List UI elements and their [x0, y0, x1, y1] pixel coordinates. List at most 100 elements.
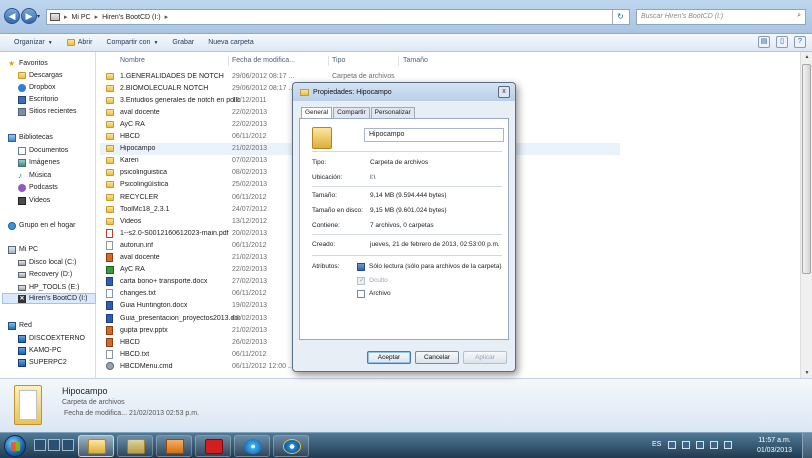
burn-button[interactable]: Grabar — [166, 37, 200, 48]
nav-music[interactable]: ♪ Música — [18, 170, 51, 181]
scroll-down-icon[interactable]: ▼ — [801, 368, 812, 378]
network-status-icon[interactable] — [710, 441, 718, 449]
refresh-icon[interactable]: ↻ — [612, 10, 628, 24]
nav-network[interactable]: Red — [8, 320, 32, 331]
file-date: 22/02/2013 — [232, 266, 268, 274]
file-date: 06/11/2012 — [232, 290, 267, 298]
nav-recent-places[interactable]: Sitios recientes — [18, 106, 76, 117]
address-field[interactable]: ▸ Mi PC ▸ Hiren's BootCD (I:) ▸ — [46, 9, 630, 25]
column-header-date[interactable]: Fecha de modifica... — [232, 57, 295, 64]
column-header-size[interactable]: Tamaño — [403, 57, 428, 64]
volume-icon[interactable] — [724, 441, 732, 449]
star-icon: ★ — [8, 58, 16, 68]
column-separator[interactable] — [398, 56, 399, 66]
nav-drive-i[interactable]: ✕ Hiren's BootCD (I:) — [2, 293, 96, 304]
history-dropdown-icon[interactable]: ▾ — [37, 13, 40, 20]
organize-button[interactable]: Organizar ▼ — [8, 37, 59, 48]
language-indicator[interactable]: ES — [652, 441, 661, 448]
nav-podcasts[interactable]: Podcasts — [18, 182, 58, 193]
folder-icon — [106, 193, 114, 201]
file-name: changes.txt — [120, 290, 156, 298]
library-icon — [8, 133, 16, 142]
readonly-checkbox[interactable] — [357, 263, 365, 271]
battery-icon[interactable] — [696, 441, 704, 449]
downloads-folder-icon — [18, 72, 26, 79]
taskbar-app[interactable] — [117, 435, 153, 457]
column-separator[interactable] — [328, 56, 329, 66]
taskbar-mail[interactable] — [156, 435, 192, 457]
tab-share[interactable]: Compartir — [333, 107, 370, 118]
nav-homegroup[interactable]: Grupo en el hogar — [8, 220, 75, 231]
explorer-folder-icon — [88, 439, 106, 454]
nav-downloads[interactable]: Descargas — [18, 70, 62, 81]
nav-drive-d[interactable]: Recovery (D:) — [18, 269, 72, 280]
taskbar-acrobat[interactable] — [195, 435, 231, 457]
show-desktop-button[interactable] — [802, 433, 812, 458]
breadcrumb-computer[interactable]: Mi PC — [72, 14, 91, 21]
attributes-label: Atributos: — [312, 263, 340, 270]
help-icon[interactable]: ? — [794, 36, 806, 48]
file-date: 06/11/2012 — [232, 133, 267, 140]
file-date: 06/11/2012 — [232, 350, 267, 358]
file-date: 06/11/2012 — [232, 193, 267, 201]
nav-libraries[interactable]: Bibliotecas — [8, 132, 53, 143]
preview-pane-icon[interactable]: ▯ — [776, 36, 788, 48]
column-header-type[interactable]: Tipo — [332, 57, 345, 64]
tab-customize[interactable]: Personalizar — [370, 107, 415, 118]
scroll-up-icon[interactable]: ▲ — [801, 52, 812, 62]
switch-windows-icon[interactable] — [48, 439, 60, 451]
folder-name-field[interactable]: Hipocampo — [364, 128, 504, 142]
pictures-icon — [18, 158, 26, 167]
nav-videos[interactable]: Videos — [18, 195, 50, 206]
nav-documents[interactable]: Documentos — [18, 145, 68, 156]
nav-net-superpc2[interactable]: SUPERPC2 — [18, 357, 67, 368]
share-button[interactable]: Compartir con ▼ — [100, 37, 164, 48]
flag-icon[interactable] — [682, 441, 690, 449]
clock[interactable]: 11:57 a.m. 01/03/2013 — [757, 436, 792, 456]
file-name: aval docente — [120, 254, 160, 261]
taskbar-explorer[interactable] — [78, 435, 114, 457]
text-file-icon — [106, 289, 113, 299]
navigation-pane: ★ Favoritos Descargas Dropbox Escritorio … — [0, 52, 96, 378]
file-date: 25/02/2013 — [232, 181, 268, 189]
archive-checkbox[interactable] — [357, 290, 365, 298]
nav-drive-e[interactable]: HP_TOOLS (E:) — [18, 282, 79, 293]
show-desktop-quick-icon[interactable] — [34, 439, 46, 451]
folder-icon — [106, 133, 114, 140]
back-button[interactable]: ◀ — [4, 8, 20, 24]
column-separator[interactable] — [228, 56, 229, 66]
taskbar-messenger[interactable] — [234, 435, 270, 457]
folder-icon — [106, 169, 114, 177]
forward-button[interactable]: ▶ — [21, 8, 37, 24]
file-row[interactable]: 1.GENERALIDADES DE NOTCH 29/06/2012 08:17… — [100, 70, 620, 82]
nav-net-discoexterno[interactable]: DISCOEXTERNO — [18, 333, 85, 344]
taskbar-ie[interactable] — [273, 435, 309, 457]
start-button[interactable] — [4, 435, 26, 457]
nav-computer[interactable]: Mi PC — [8, 244, 38, 255]
nav-label: Mi PC — [19, 246, 39, 253]
nav-dropbox[interactable]: Dropbox — [18, 82, 55, 93]
nav-desktop[interactable]: Escritorio — [18, 94, 58, 105]
close-button[interactable]: x — [498, 86, 510, 98]
file-name: AyC RA — [120, 120, 145, 128]
breadcrumb-drive[interactable]: Hiren's BootCD (I:) — [102, 14, 161, 21]
view-options-icon[interactable]: ▤ — [758, 36, 770, 48]
nav-images[interactable]: Imágenes — [18, 157, 60, 168]
column-header-name[interactable]: Nombre — [120, 57, 145, 64]
nav-favorites[interactable]: ★ Favoritos — [8, 58, 48, 69]
folder-icon — [106, 120, 114, 128]
search-input[interactable]: Buscar Hiren's BootCD (I:) ⌕ — [636, 9, 806, 25]
scrollbar-thumb[interactable] — [802, 64, 811, 274]
network-icon — [8, 321, 16, 330]
ok-button[interactable]: Aceptar — [367, 351, 411, 364]
vertical-scrollbar[interactable]: ▲ ▼ — [800, 52, 812, 378]
quick-launch-icon[interactable] — [62, 439, 74, 451]
new-folder-button[interactable]: Nueva carpeta — [202, 37, 260, 48]
open-button[interactable]: Abrir — [61, 37, 99, 48]
documents-icon — [18, 146, 26, 155]
cancel-button[interactable]: Cancelar — [415, 351, 459, 364]
show-hidden-icons-icon[interactable] — [668, 441, 676, 449]
nav-net-kamo-pc[interactable]: KAMO-PC — [18, 345, 62, 356]
nav-drive-c[interactable]: Disco local (C:) — [18, 257, 76, 268]
dialog-titlebar[interactable]: Propiedades: Hipocampo — [293, 83, 515, 101]
